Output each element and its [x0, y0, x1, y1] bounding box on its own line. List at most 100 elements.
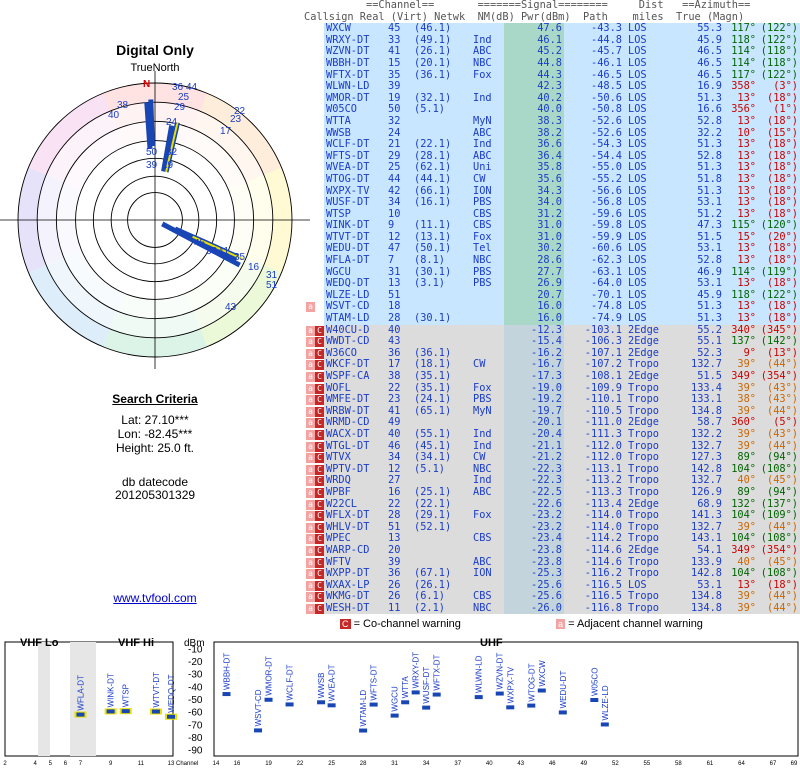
cell-nm: -26.0: [531, 601, 562, 614]
x-tick-label: 6: [64, 761, 68, 767]
table-row: WSPF-CA 38 (35.1) -17.3 -108.1 2Edge 51.5 349°(…: [304, 370, 800, 383]
cell-mag: (18°): [767, 312, 798, 325]
co-channel-warning-flag: C: [315, 511, 324, 522]
table-row: WACX-DT 40 (55.1) Ind -20.4 -111.3 Tropo 132.2 3…: [304, 428, 800, 441]
cell-net: NBC: [473, 254, 492, 267]
lon-value: Lon: -82.45***: [117, 427, 193, 441]
cell-net: CW: [473, 358, 486, 371]
station-label: WTOG-DT: [527, 663, 536, 701]
cell-true: 104°: [731, 509, 756, 522]
cell-net: CW: [473, 451, 486, 464]
station-spoke: [144, 102, 153, 150]
tvfool-link[interactable]: www.tvfool.com: [0, 591, 310, 605]
x-tick-label: 69: [791, 761, 798, 767]
adjacent-warning-flag: a: [306, 557, 315, 568]
co-channel-warning-flag: C: [315, 418, 324, 429]
station-label: WSVT-CD: [254, 689, 263, 726]
channel-label: 45: [194, 238, 206, 249]
cell-pwr: -56.8: [591, 196, 622, 209]
cell-nm: -23.8: [531, 543, 562, 556]
x-tick-label: 61: [707, 761, 714, 767]
channel-label: 17: [220, 126, 232, 137]
co-channel-warning-flag: C: [315, 429, 324, 440]
signal-chart: C = Co-channel warning a = Adjacent chan…: [0, 618, 800, 768]
y-tick-label: -30: [188, 670, 203, 681]
x-tick-label: 16: [234, 761, 241, 767]
cell-net: PBS: [473, 277, 492, 290]
cell-mag: (18°): [767, 172, 798, 185]
table-row: WCLF-DT 21 (22.1) Ind 36.6 -54.3 LOS 51.3 13° (18…: [304, 139, 800, 151]
station-bar: [411, 690, 420, 695]
cell-path: LOS: [628, 312, 647, 325]
cell-cs: WTVX: [326, 451, 351, 464]
station-label: WFTX-DT: [433, 654, 442, 690]
adjacent-text: = Adjacent channel warning: [568, 618, 703, 630]
adjacent-warning-flag: a: [306, 511, 315, 522]
co-channel-warning-flag: C: [315, 464, 324, 475]
x-tick-label: 43: [517, 761, 524, 767]
cell-pwr: -48.5: [591, 80, 622, 93]
station-bar: [390, 713, 399, 718]
x-tick-label: 67: [770, 761, 777, 767]
adjacent-warning-flag: a: [306, 453, 315, 464]
band-label: VHF Hi: [118, 637, 154, 649]
adjacent-warning-flag: a: [306, 360, 315, 371]
y-tick-label: -70: [188, 720, 203, 731]
station-bar: [495, 691, 504, 696]
cell-real: 34: [388, 196, 401, 209]
cell-real: 39: [388, 80, 401, 93]
channel-label: 29: [174, 102, 186, 113]
cell-cs: WTAM-LD: [326, 312, 370, 325]
co-channel-warning-flag: C: [315, 569, 324, 580]
x-tick-label: 2: [3, 761, 7, 767]
station-bar: [121, 709, 130, 714]
cell-nm: -17.3: [531, 370, 562, 382]
adjacent-warning-flag: a: [306, 302, 315, 313]
cell-net: ABC: [473, 485, 492, 498]
station-bar: [106, 709, 115, 714]
station-bar: [558, 710, 567, 715]
cell-nm: -22.5: [531, 485, 562, 498]
station-label: WTTA: [401, 676, 410, 699]
co-channel-warning-flag: C: [315, 441, 324, 452]
legend-adjacent: a = Adjacent channel warning: [556, 618, 703, 630]
cell-mag: (18°): [767, 138, 798, 151]
cell-net: ION: [473, 567, 492, 580]
cell-mag: (44°): [767, 601, 798, 614]
cell-path: Tropo: [628, 485, 659, 498]
cell-pwr: -113.3: [584, 485, 622, 498]
adjacent-warning-flag: a: [306, 464, 315, 475]
cell-true: 114°: [731, 56, 756, 69]
table-row: WTTA 32 MyN 38.3 -52.6 LOS 52.8 13° (18°): [304, 115, 800, 128]
cell-real: 7: [388, 254, 395, 267]
left-panel: Digital Only TrueNorth N 38 40 36 44 25 29 22 23 1…: [0, 0, 310, 620]
adjacent-warning-flag: a: [306, 545, 315, 556]
station-bar: [474, 695, 483, 700]
cell-path: LOS: [628, 254, 647, 267]
station-label: WCLF-DT: [286, 664, 295, 700]
table-row: WARP-CD 20 -23.8 -114.6 2Edge 54.1 349° (354°) a…: [304, 543, 800, 557]
cell-virt: (3.1): [414, 277, 445, 290]
cell-path: LOS: [628, 196, 647, 209]
db-datecode-value: 201205301329: [114, 488, 196, 502]
station-bar: [432, 692, 441, 697]
cell-true: 13°: [737, 172, 756, 185]
x-tick-label: 14: [213, 761, 220, 767]
cell-virt: (34.1): [414, 451, 452, 464]
co-channel-warning-flag: C: [315, 406, 324, 417]
adjacent-warning-flag: a: [306, 418, 315, 429]
adjacent-mark: a: [556, 619, 566, 629]
cell-pwr: -54.3: [591, 138, 622, 151]
table-row: WTOG-DT 44 (44.1) CW 35.6 -55.2 LOS 51.8 13° (18°…: [304, 172, 800, 186]
cell-mag: (354°): [760, 543, 798, 556]
chart-svg: VHF Lo VHF Hi UHFdBm-10-20-30-40-50-60-70-…: [3, 637, 799, 767]
adjacent-warning-flag: a: [306, 487, 315, 498]
channel-label: 23: [230, 114, 242, 125]
cell-true: 349°: [731, 543, 756, 556]
table-row: WBBH-DT 15 (20.1) NBC 44.8 -46.1 LOS 46.5 114° (1…: [304, 56, 800, 70]
cell-mag: (3°): [773, 80, 798, 93]
station-label: WFLA-DT: [76, 675, 85, 711]
station-label: WWSB: [317, 673, 326, 699]
station-bar: [401, 700, 410, 705]
channel-label: 39: [146, 160, 158, 171]
